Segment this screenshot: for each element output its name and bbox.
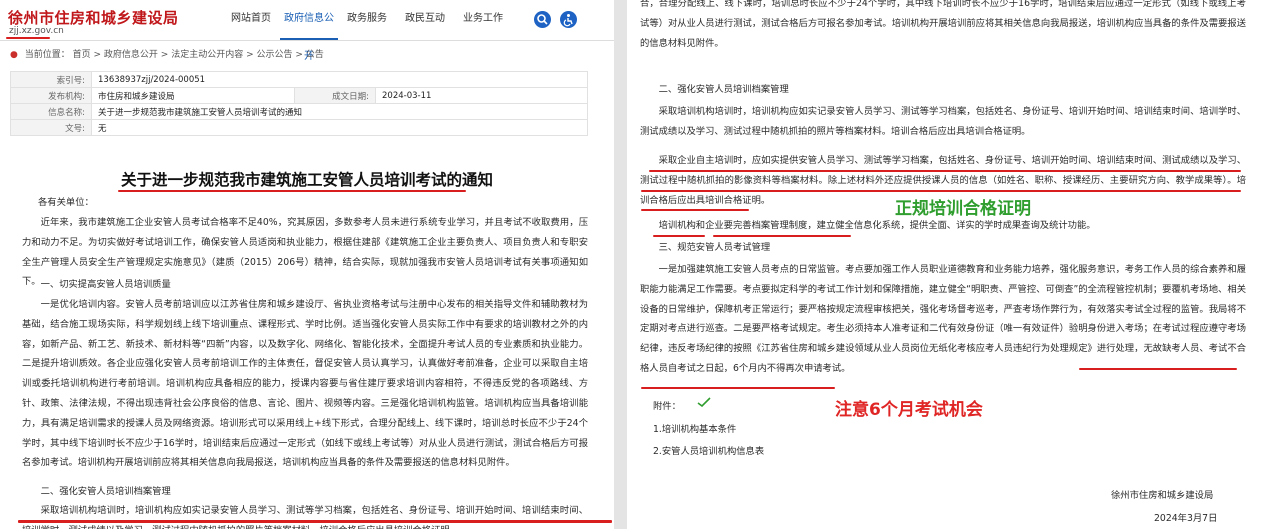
table-row: 发布机构: 市住房和城乡建设局 成文日期: 2024-03-11 xyxy=(10,87,588,104)
name-value: 关于进一步规范我市建筑施工安管人员培训考试的通知 xyxy=(91,103,588,120)
site-logo-url: zjj.xz.gov.cn xyxy=(9,26,64,36)
org-label: 发布机构: xyxy=(10,87,92,104)
section2-p1: 采取培训机构培训时，培训机构应如实记录安管人员学习、测试等学习档案，包括姓名、身… xyxy=(640,106,1246,137)
docno-value: 无 xyxy=(91,119,588,136)
index-label: 索引号: xyxy=(10,71,92,88)
breadcrumb-gov-info[interactable]: 政府信息公开 xyxy=(104,50,158,60)
breadcrumb: ● 当前位置： 首页 > 政府信息公开 > 法定主动公开内容 > 公示公告 > … xyxy=(10,50,324,60)
panel-divider xyxy=(614,0,627,529)
table-row: 信息名称: 关于进一步规范我市建筑施工安管人员培训考试的通知 xyxy=(10,103,588,120)
nav-business[interactable]: 业务工作 xyxy=(454,0,512,40)
checkmark-icon xyxy=(697,392,711,408)
section1-heading: 一、切实提高安管人员培训质量 xyxy=(40,279,171,290)
nav-gov-services[interactable]: 政务服务 xyxy=(338,0,396,40)
nav-home[interactable]: 网站首页 xyxy=(222,0,280,40)
annotation-underline xyxy=(18,520,612,523)
right-screenshot-panel: 合，合理分配线上、线下课时，培训总时长应不少于24个学时，其中线下培训时长不应少… xyxy=(627,0,1270,529)
annotation-underline xyxy=(118,190,466,192)
main-nav: 网站首页 政府信息公开 政务服务 政民互动 业务工作 xyxy=(222,0,512,62)
signature-org: 徐州市住房和城乡建设局 xyxy=(1111,490,1214,501)
section2-heading-right: 二、强化安管人员培训档案管理 xyxy=(658,84,789,95)
section2-heading: 二、强化安管人员培训档案管理 xyxy=(40,486,171,497)
section1-body-continued: 合，合理分配线上、线下课时，培训总时长应不少于24个学时，其中线下培训时长不应少… xyxy=(640,0,1246,49)
annotation-underline xyxy=(649,170,1241,172)
info-table: 索引号: 13638937zjj/2024-00051 发布机构: 市住房和城乡… xyxy=(10,71,588,136)
section2-p3: 培训机构和企业要完善档案管理制度，建立健全信息化系统，提供全面、详实的学时成果查… xyxy=(658,220,1096,231)
name-label: 信息名称: xyxy=(10,103,92,120)
index-value: 13638937zjj/2024-00051 xyxy=(91,71,588,88)
nav-gov-info[interactable]: 政府信息公开 xyxy=(280,0,338,62)
signature-date: 2024年3月7日 xyxy=(1154,513,1218,524)
section3-heading: 三、规范安管人员考试管理 xyxy=(658,242,771,253)
location-pin-icon: ● xyxy=(10,50,18,60)
accessibility-icon[interactable] xyxy=(560,11,577,28)
breadcrumb-notices[interactable]: 公示公告 xyxy=(256,50,292,60)
annotation-underline xyxy=(713,235,851,237)
docno-label: 文号: xyxy=(10,119,92,136)
annotation-underline xyxy=(641,190,1241,192)
site-header: 徐州市住房和城乡建设局 zjj.xz.gov.cn 网站首页 政府信息公开 政务… xyxy=(0,0,614,62)
breadcrumb-label: 当前位置： xyxy=(24,50,70,60)
attachment-2[interactable]: 2.安管人员培训机构信息表 xyxy=(653,443,764,457)
org-value: 市住房和城乡建设局 xyxy=(91,87,295,104)
section3-body: 一是加强建筑施工安管人员考点的日常监管。考点要加强工作人员职业道德教育和业务能力… xyxy=(640,264,1246,374)
nav-interaction[interactable]: 政民互动 xyxy=(396,0,454,40)
annotation-underline xyxy=(641,387,835,389)
date-label: 成文日期: xyxy=(294,87,376,104)
breadcrumb-statutory[interactable]: 法定主动公开内容 xyxy=(171,50,243,60)
date-value: 2024-03-11 xyxy=(375,87,588,104)
section1-body: 一是优化培训内容。安管人员考前培训应以江苏省住房和城乡建设厅、省执业资格考试与注… xyxy=(22,299,588,469)
left-screenshot-panel: 徐州市住房和城乡建设局 zjj.xz.gov.cn 网站首页 政府信息公开 政务… xyxy=(0,0,614,529)
breadcrumb-home[interactable]: 首页 xyxy=(73,50,91,60)
annotation-underline xyxy=(653,235,705,237)
table-row: 索引号: 13638937zjj/2024-00051 xyxy=(10,71,588,88)
search-icon[interactable] xyxy=(534,11,551,28)
breadcrumb-announcement[interactable]: 公告 xyxy=(306,50,324,60)
document-title: 关于进一步规范我市建筑施工安管人员培训考试的通知 xyxy=(120,171,493,189)
annotation-underline xyxy=(1079,368,1237,370)
annotation-underline xyxy=(641,209,749,211)
attachment-1[interactable]: 1.培训机构基本条件 xyxy=(653,421,736,435)
table-row: 文号: 无 xyxy=(10,119,588,136)
annotation-note-exam: 注意6个月考试机会 xyxy=(835,400,983,420)
attachments-label: 附件： xyxy=(653,401,681,412)
annotation-underline xyxy=(6,37,50,39)
salutation: 各有关单位： xyxy=(38,197,94,208)
site-logo-title[interactable]: 徐州市住房和城乡建设局 xyxy=(8,7,179,28)
section2-p1-left: 采取培训机构培训时，培训机构应如实记录安管人员学习、测试等学习档案，包括姓名、身… xyxy=(22,505,588,529)
